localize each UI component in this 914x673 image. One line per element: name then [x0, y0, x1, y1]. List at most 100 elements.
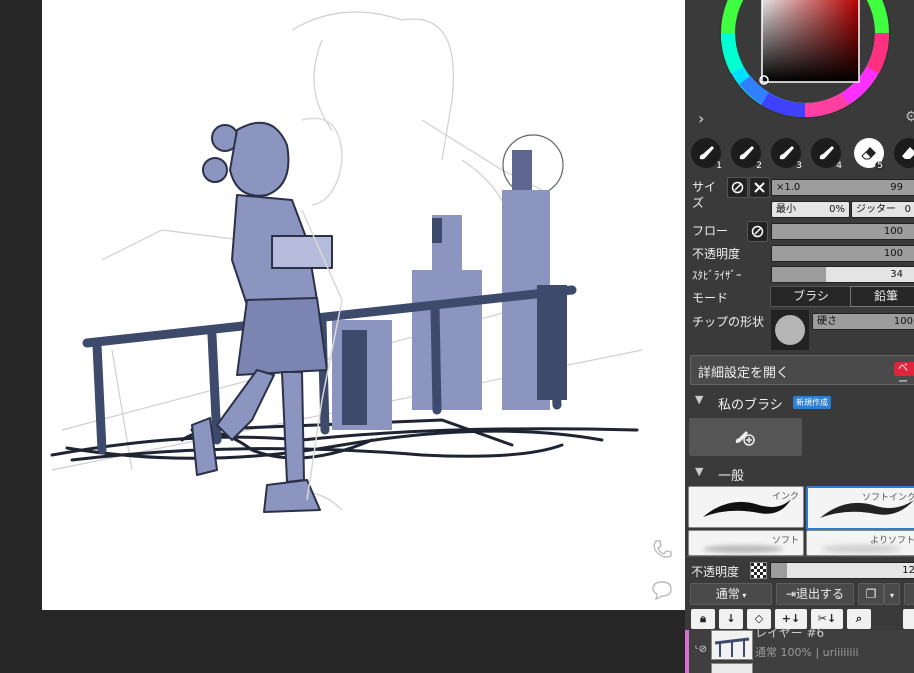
opacity-slider[interactable]: 100	[771, 245, 914, 262]
circle-tip-icon	[775, 315, 805, 345]
eraser-icon	[902, 147, 914, 159]
flow-slider[interactable]: 100	[771, 223, 914, 240]
size-value: 99	[890, 182, 903, 193]
mode-pencil-button[interactable]: 鉛筆	[850, 286, 914, 307]
search-icon: ⌕	[855, 612, 863, 625]
stabilizer-slider[interactable]: 34	[771, 266, 914, 283]
duplicate-layer-button[interactable]: ❐	[858, 583, 884, 605]
gear-icon[interactable]: ⚙	[905, 109, 914, 125]
layer-list: レイヤー #6 ᶫ⊘ 通常 100% | uriiiiiiii	[685, 626, 914, 673]
layer-thumbnail[interactable]	[711, 630, 753, 660]
drawing-canvas[interactable]	[42, 0, 685, 610]
brush-card-soft-ink[interactable]: ソフトインク	[806, 486, 914, 530]
copy-icon: ❐	[865, 587, 877, 601]
brush-preset-number: 5	[875, 161, 885, 171]
more-button[interactable]	[904, 583, 914, 605]
brush-preset-1[interactable]: 1	[691, 138, 722, 171]
layer-opacity-label: 不透明度	[691, 565, 740, 579]
transparency-checker-icon[interactable]	[750, 562, 767, 579]
caret-down-icon: ▾	[889, 591, 894, 600]
min-label: 最小	[776, 204, 796, 215]
canvas-bottom-area	[42, 610, 685, 673]
layer-thumbnail-art	[714, 637, 750, 657]
jitter-slider[interactable]: ジッター 0	[851, 201, 914, 218]
brush-card-name: よりソフト	[870, 536, 914, 546]
mode-brush-button[interactable]: ブラシ	[770, 286, 852, 307]
min-size-slider[interactable]: 最小 0%	[771, 201, 850, 218]
merge-down-button[interactable]: ↓	[719, 609, 743, 629]
arrow-down-icon: ↓	[726, 612, 736, 625]
tip-shape-label: チップの形状	[692, 315, 765, 329]
layer-opacity-slider[interactable]: 12	[770, 562, 914, 579]
my-brushes-title: 私のブラシ	[718, 398, 783, 413]
brush-card-softer[interactable]: よりソフト	[806, 530, 914, 556]
advanced-settings-label: 詳細設定を開く	[698, 366, 790, 381]
size-multiplier: ×1.0	[776, 182, 801, 193]
chevron-down-icon[interactable]: ▼	[695, 465, 703, 478]
duplicate-dropdown-button[interactable]: ▾	[884, 583, 900, 605]
chevron-right-icon[interactable]: ›	[698, 109, 704, 128]
sketch-artwork	[50, 11, 643, 513]
left-gutter	[0, 0, 42, 673]
stabilizer-label: ｽﾀﾋﾞﾗｲｻﾞｰ	[692, 269, 742, 282]
brush-preset-5-eraser[interactable]: 5	[854, 138, 885, 171]
pen-pressure-icon	[731, 181, 744, 194]
brush-preset-number: 4	[836, 161, 842, 171]
layer-opacity-value: 12	[902, 565, 914, 576]
add-brush-icon	[735, 431, 755, 446]
color-wheel[interactable]	[685, 0, 914, 135]
layer-meta: 通常 100% | uriiiiiiii	[755, 646, 859, 659]
min-value: 0%	[829, 204, 845, 215]
opacity-label: 不透明度	[692, 247, 741, 261]
jitter-label: ジッター	[856, 204, 896, 215]
hardness-label: 硬さ	[817, 316, 837, 327]
ink-stroke-preview	[703, 499, 791, 517]
exit-icon: ⇥	[785, 587, 797, 601]
size-label: サイズ	[692, 180, 717, 210]
size-reset-button[interactable]	[749, 177, 770, 198]
caret-down-icon: ▾	[739, 591, 747, 600]
search-layer-button[interactable]: ⌕	[847, 609, 871, 629]
size-slider[interactable]: ×1.0 99	[771, 179, 914, 196]
soft-stroke-preview	[703, 545, 783, 553]
pressure-size-toggle[interactable]	[727, 177, 748, 198]
comment-icon[interactable]	[650, 578, 674, 602]
brush-card-soft[interactable]: ソフト	[688, 530, 804, 556]
tip-shape-preview[interactable]	[771, 310, 809, 350]
hardness-slider[interactable]: 硬さ 100	[812, 313, 914, 330]
brush-preset-number: 2	[756, 161, 762, 171]
beta-badge: ベー	[894, 362, 914, 388]
mode-label: モード	[692, 291, 729, 305]
layer-tool-button[interactable]	[903, 609, 914, 629]
brush-card-ink[interactable]: インク	[688, 486, 804, 528]
stabilizer-value: 34	[890, 269, 903, 280]
brush-preset-3[interactable]: 3	[771, 138, 802, 171]
add-brush-button[interactable]	[689, 418, 802, 456]
brush-card-name: ソフト	[771, 536, 799, 546]
brush-preset-6[interactable]	[894, 138, 914, 168]
layer-thumbnail-next[interactable]	[711, 663, 753, 673]
phone-icon[interactable]	[650, 538, 674, 562]
layer-name[interactable]: レイヤー #6	[755, 624, 824, 641]
divider	[685, 556, 914, 557]
flow-label: フロー	[692, 224, 729, 238]
layer-lock-icon[interactable]: ᶫ⊘	[695, 644, 707, 655]
opacity-value: 100	[883, 248, 903, 259]
hardness-value: 100	[893, 316, 913, 327]
blend-mode-select[interactable]: 通常 ▾	[690, 583, 772, 605]
lock-layer-button[interactable]: 🔒︎	[691, 609, 715, 629]
open-advanced-settings-button[interactable]: 詳細設定を開く ベー	[690, 355, 914, 388]
general-title: 一般	[718, 469, 745, 484]
chevron-down-icon[interactable]: ▼	[695, 393, 703, 406]
pressure-flow-toggle[interactable]	[747, 221, 768, 242]
close-icon	[754, 182, 765, 193]
jitter-value: 0	[904, 204, 911, 215]
lock-icon: 🔒︎	[700, 612, 706, 625]
pen-pressure-icon	[751, 225, 764, 238]
soft-ink-stroke-preview	[820, 500, 914, 518]
brush-preset-2[interactable]: 2	[731, 138, 762, 171]
softer-stroke-preview	[821, 545, 901, 553]
new-brush-badge[interactable]: 新規作成	[793, 396, 831, 409]
brush-preset-4[interactable]: 4	[811, 138, 842, 171]
exit-button[interactable]: ⇥退出する	[776, 583, 854, 605]
